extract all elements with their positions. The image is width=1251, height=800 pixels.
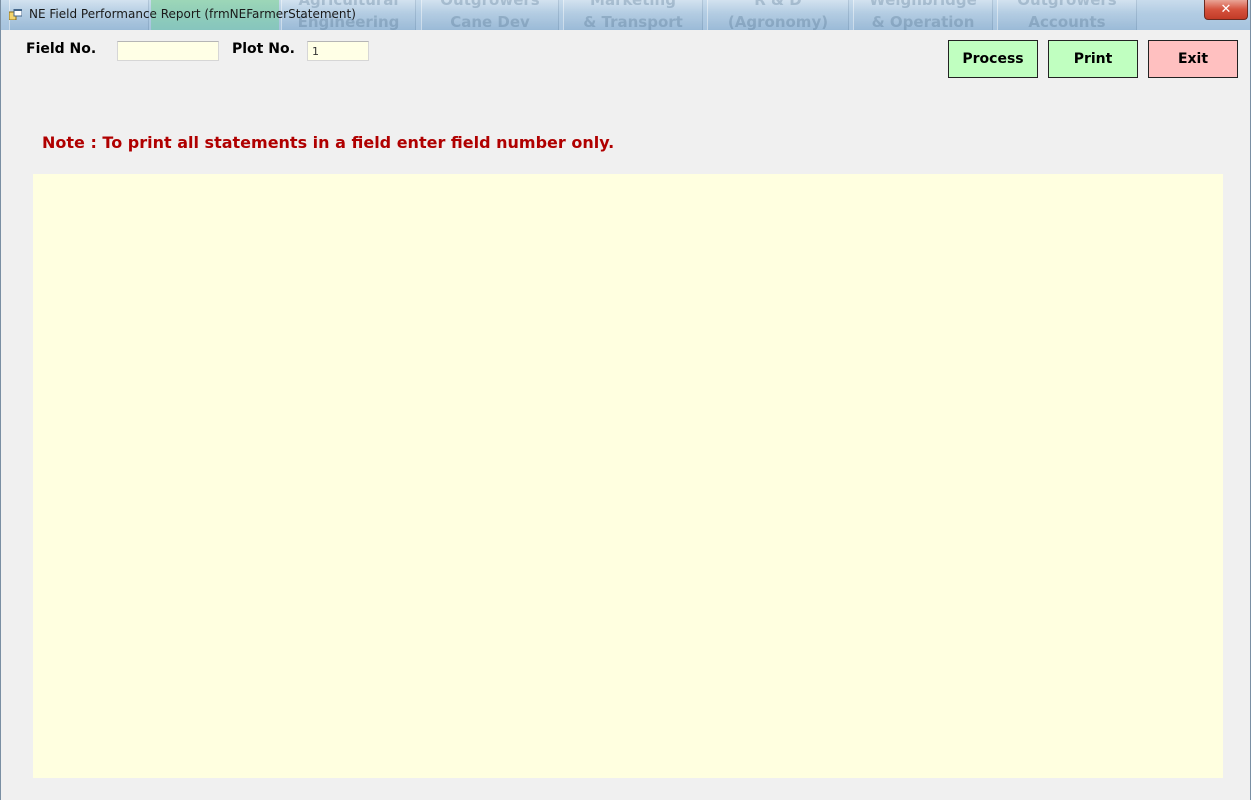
background-tab-line1: R & D [754, 0, 802, 9]
close-button[interactable]: ✕ [1204, 0, 1248, 20]
form-icon [9, 9, 22, 20]
plot-no-label: Plot No. [232, 41, 295, 57]
background-tab: Outgrowers Accounts [997, 0, 1137, 30]
background-tab-line2: Accounts [1028, 13, 1106, 30]
background-tab-line2: (Agronomy) [727, 13, 829, 30]
background-tab: R & D (Agronomy) [707, 0, 849, 30]
report-window: Agricultural Engineering Outgrowers Cane… [0, 0, 1251, 800]
background-tab: Weighbridge & Operation [853, 0, 993, 30]
report-viewer-panel [33, 174, 1223, 778]
background-tab-line1: Outgrowers [440, 0, 540, 9]
background-tab: Marketing & Transport [563, 0, 703, 30]
window-title: NE Field Performance Report (frmNEFarmer… [29, 7, 356, 21]
background-tab-line2: Cane Dev [450, 13, 530, 30]
background-tab-line2: & Transport [583, 13, 683, 30]
background-tab-line2: & Operation [871, 13, 975, 30]
print-button[interactable]: Print [1048, 40, 1138, 78]
background-tab-line1: Weighbridge [869, 0, 977, 9]
background-tab: Outgrowers Cane Dev [421, 0, 559, 30]
close-icon: ✕ [1220, 2, 1232, 17]
field-no-label: Field No. [26, 41, 97, 57]
plot-no-input[interactable] [307, 41, 369, 61]
exit-button[interactable]: Exit [1148, 40, 1238, 78]
field-no-input[interactable] [117, 41, 219, 61]
background-tab-line1: Outgrowers [1017, 0, 1117, 9]
instruction-note: Note : To print all statements in a fiel… [42, 133, 615, 152]
background-tab-line1: Marketing [590, 0, 676, 9]
process-button[interactable]: Process [948, 40, 1038, 78]
title-bar: Agricultural Engineering Outgrowers Cane… [1, 0, 1250, 30]
form-client-area: Field No. Plot No. Process Print Exit No… [8, 30, 1245, 800]
